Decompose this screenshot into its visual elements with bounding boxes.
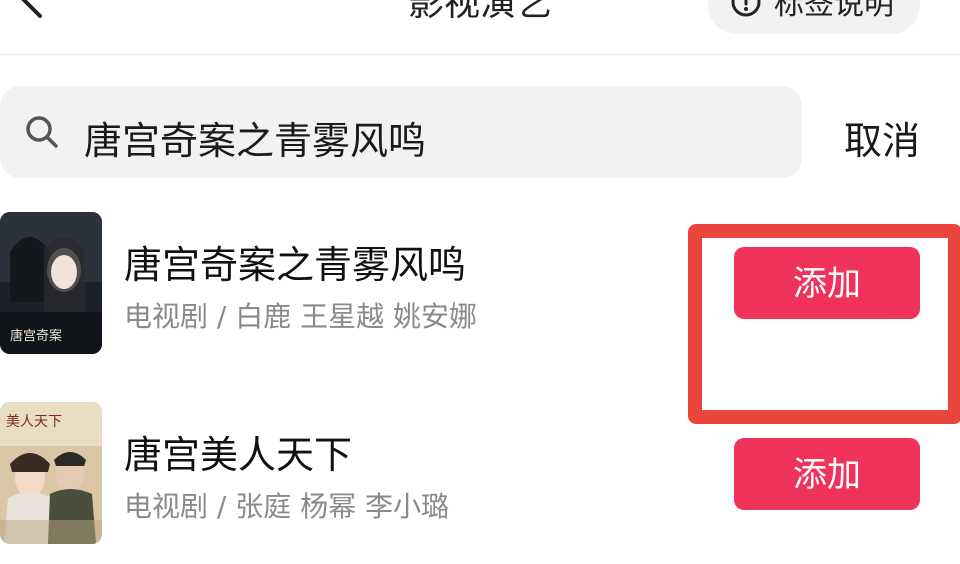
result-title[interactable]: 唐宫美人天下 [124,424,352,479]
highlight-annotation [688,224,960,424]
tag-info-button[interactable]: 标签说明 [708,0,920,34]
search-bar[interactable]: 唐宫奇案之青雾风鸣 [0,86,802,178]
page: 影视演艺 标签说明 唐宫奇案之青雾风鸣 取消 唐宫奇案 唐宫奇案之青雾风鸣 电视… [0,0,960,564]
tag-info-label: 标签说明 [774,0,894,22]
poster-title-text: 美人天下 [6,414,62,430]
poster-title-text: 唐宫奇案 [10,328,62,344]
poster-image[interactable]: 美人天下 [0,402,102,544]
info-icon [731,0,761,17]
header: 影视演艺 标签说明 [0,0,960,55]
search-input[interactable]: 唐宫奇案之青雾风鸣 [84,110,426,165]
result-meta: 电视剧 / 白鹿 王星越 姚安娜 [124,300,478,333]
cancel-button[interactable]: 取消 [844,110,920,165]
add-button[interactable]: 添加 [734,438,920,510]
search-icon [26,116,58,148]
result-meta: 电视剧 / 张庭 杨幂 李小璐 [124,490,450,523]
result-title[interactable]: 唐宫奇案之青雾风鸣 [124,234,466,289]
poster-image[interactable]: 唐宫奇案 [0,212,102,354]
